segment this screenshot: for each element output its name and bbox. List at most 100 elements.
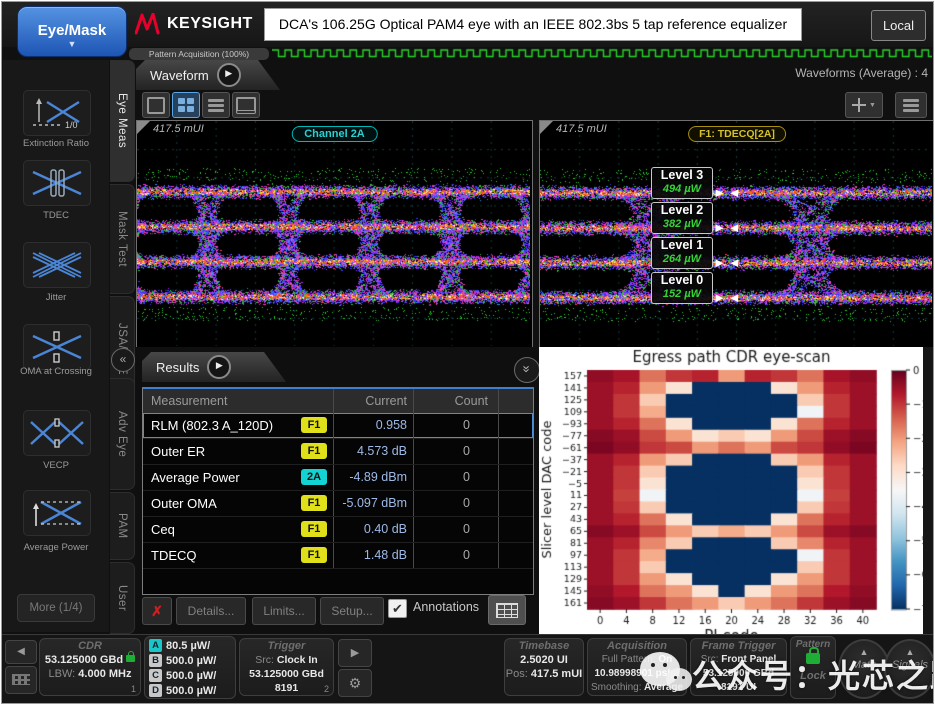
rows-layout-icon [208, 97, 224, 114]
sidebar-item-label: TDEC [5, 210, 107, 221]
column-current: Current [333, 389, 413, 413]
limits-button[interactable]: Limits... [252, 597, 316, 625]
smoothing-label: Smoothing: [591, 682, 642, 693]
column-spacer [498, 389, 533, 413]
layout-rows-button[interactable] [202, 92, 230, 118]
level2-label: Level 2 [652, 203, 712, 218]
settings-button[interactable]: ⚙ [338, 669, 372, 697]
dca-application-window: KEYSIGHT DCA's 106.25G Optical PAM4 eye … [1, 1, 934, 704]
table-row[interactable]: RLM (802.3 A_120D)F1 0.958 0 [143, 413, 533, 439]
keypad-dots-icon [12, 674, 30, 685]
tab-pam[interactable]: PAM [110, 492, 135, 560]
waveform-tab-label: Waveform [150, 68, 209, 83]
tdec-button[interactable] [23, 160, 91, 206]
channels-panel[interactable]: A80.5 µW/ B500.0 µW/ C500.0 µW/ D500.0 µ… [144, 636, 236, 699]
sidebar-item-label: OMA at Crossing [5, 366, 107, 377]
layout-quad-button[interactable] [172, 92, 200, 118]
table-row[interactable]: Outer ERF1 4.573 dB 0 [143, 439, 533, 465]
play-icon[interactable]: ▶ [217, 63, 241, 87]
acquisition-panel[interactable]: Acquisition Full Pattern: On 10.98998901… [587, 638, 687, 696]
pan-zoom-button[interactable]: ▼ [845, 92, 883, 118]
current-value: 0.40 dB [333, 517, 413, 542]
level1-annotation: Level 1 264 µW [651, 237, 713, 269]
more-measurements-button[interactable]: More (1/4) [17, 594, 95, 622]
gear-icon: ⚙ [349, 675, 362, 691]
timebase-panel[interactable]: Timebase 2.5020 UI Pos: 417.5 mUI [504, 638, 584, 696]
results-collapse-button[interactable]: » [514, 357, 540, 383]
panel-corner-number: 2 [324, 684, 329, 694]
top-bar: KEYSIGHT DCA's 106.25G Optical PAM4 eye … [2, 2, 933, 47]
average-power-button[interactable] [23, 490, 91, 536]
vecp-button[interactable] [23, 410, 91, 456]
smoothing-value: Average [644, 682, 683, 693]
cdr-rate: 53.125000 GBd [45, 654, 123, 666]
sidebar-collapse-button[interactable]: « [111, 348, 135, 372]
channel-c-badge: C [149, 669, 162, 682]
eye-panel-tdecq[interactable]: 417.5 mUI F1: TDECQ[2A] Level 3 494 µW ►… [539, 120, 934, 349]
table-row[interactable]: CeqF1 0.40 dB 0 [143, 517, 533, 543]
delete-measurement-button[interactable]: ✗ [142, 597, 172, 625]
math-button[interactable]: ▲ Math [838, 639, 890, 699]
play-icon[interactable]: ▶ [207, 355, 231, 379]
lock-icon [126, 655, 135, 662]
eye-mask-mode-button[interactable]: Eye/Mask ▼ [17, 6, 127, 57]
current-value: 1.48 dB [333, 543, 413, 568]
table-view-button[interactable] [488, 595, 526, 625]
count-value: 0 [413, 491, 498, 516]
keypad-button[interactable] [5, 666, 37, 694]
tab-eye-meas[interactable]: Eye Meas [110, 60, 135, 182]
acquisition-title: Acquisition [588, 640, 686, 653]
up-triangle-icon: ▲ [886, 645, 934, 659]
setup-button[interactable]: Setup... [320, 597, 384, 625]
tab-mask-test[interactable]: Mask Test [110, 184, 135, 294]
sample-rate-value: 10.98998901 ps/pt [588, 667, 686, 681]
local-button[interactable]: Local [871, 10, 926, 41]
tab-user[interactable]: User [110, 562, 135, 634]
cdr-eyescan-chart [539, 347, 923, 644]
signals-button[interactable]: ▲ Signals [884, 639, 934, 699]
chevron-double-icon: » [516, 365, 538, 372]
chevron-down-icon: ▼ [68, 39, 77, 49]
table-row[interactable]: Outer OMAF1 -5.097 dBm 0 [143, 491, 533, 517]
brand-text: KEYSIGHT [167, 15, 253, 33]
frame-length: 8191 UI [691, 681, 786, 695]
table-row[interactable]: TDECQF1 1.48 dB 0 [143, 543, 533, 569]
function-f1-tdecq-badge: F1: TDECQ[2A] [688, 126, 786, 142]
oma-crossing-eye-icon [29, 330, 85, 364]
signals-label: Signals [886, 659, 934, 671]
tab-adv-eye[interactable]: Adv Eye [110, 378, 135, 490]
pattern-lock-icon [806, 653, 820, 664]
back-button[interactable]: ◀ [5, 640, 37, 664]
details-button[interactable]: Details... [176, 597, 246, 625]
annotations-checkbox[interactable]: ✔ [388, 599, 407, 618]
right-edge-strip [923, 347, 933, 644]
waveform-menu-button[interactable] [895, 92, 927, 118]
frame-rate: 53.125000 GBd [691, 667, 786, 681]
sidebar-item-label: Jitter [5, 292, 107, 303]
results-tab[interactable]: Results ▶ [142, 352, 286, 382]
timebase-offset-label: 417.5 mUI [556, 123, 607, 135]
trigger-panel[interactable]: Trigger Src: Clock In 53.125000 GBd 8191… [239, 638, 334, 696]
up-triangle-icon: ▲ [840, 645, 888, 659]
table-row[interactable]: Average Power2A -4.89 dBm 0 [143, 465, 533, 491]
play-icon: ▶ [351, 647, 359, 659]
jitter-button[interactable] [23, 242, 91, 288]
current-value: 4.573 dB [333, 439, 413, 464]
source-badge: F1 [301, 521, 327, 537]
count-value: 0 [413, 439, 498, 464]
layout-custom-button[interactable] [232, 92, 260, 118]
frame-trigger-panel[interactable]: Frame Trigger Src: Front Panel 53.125000… [690, 638, 787, 696]
extinction-ratio-button[interactable]: 1/0 [23, 90, 91, 136]
cdr-panel[interactable]: CDR 53.125000 GBd LBW: 4.000 MHz 1 [39, 638, 141, 696]
level1-label: Level 1 [652, 238, 712, 253]
back-icon: ◀ [17, 646, 25, 657]
oma-at-crossing-button[interactable] [23, 324, 91, 370]
waveform-tab[interactable]: Waveform ▶ [136, 60, 280, 90]
pattern-lock-panel[interactable]: Pattern Lock [790, 636, 836, 699]
average-power-eye-icon [29, 496, 85, 530]
layout-single-button[interactable] [142, 92, 170, 118]
run-button[interactable]: ▶ [338, 639, 372, 667]
eye-panel-channel2a[interactable]: 417.5 mUI Channel 2A [136, 120, 533, 349]
lbw-label: LBW: [49, 668, 76, 680]
count-value: 0 [413, 413, 498, 438]
